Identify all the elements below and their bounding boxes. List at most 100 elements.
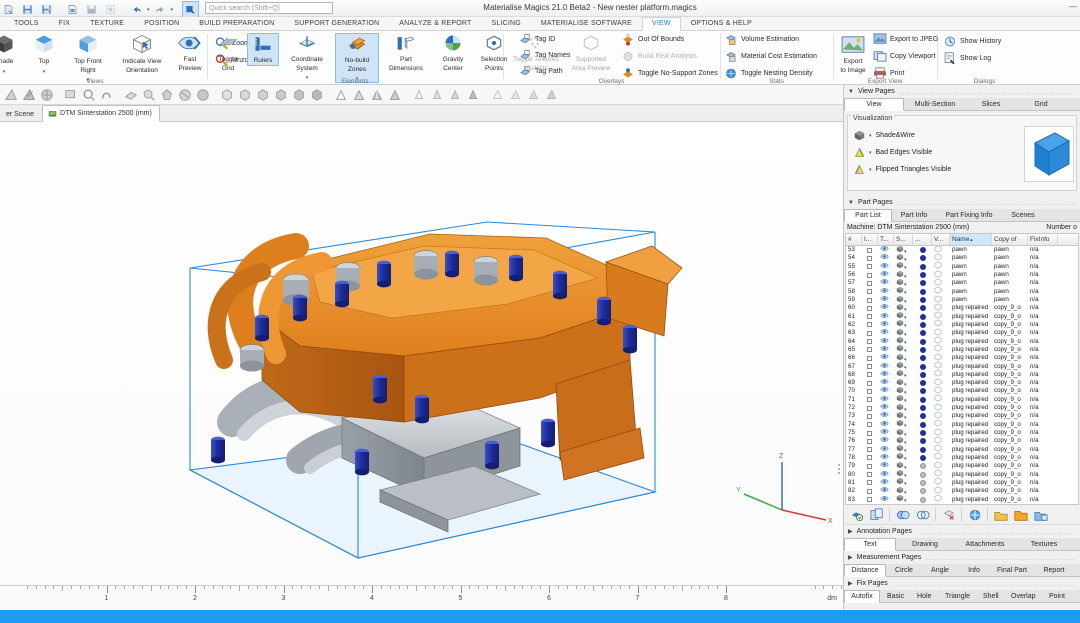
row-checkbox[interactable]: [867, 472, 872, 478]
redo-dropdown-icon[interactable]: ▾: [171, 7, 174, 13]
rulers-button[interactable]: Rulers: [247, 33, 279, 66]
section-slice-icon[interactable]: [524, 86, 541, 103]
cell-checkbox[interactable]: [862, 405, 878, 411]
cell-color[interactable]: [913, 463, 932, 470]
hexagon-status-icon[interactable]: [934, 486, 942, 494]
export-to-image-button[interactable]: Export to Image: [835, 35, 871, 74]
part-color-dot[interactable]: [920, 263, 926, 270]
tab-multi-section[interactable]: Multi-Section: [904, 98, 966, 110]
shade-mode-icon[interactable]: [896, 319, 904, 327]
cell-color[interactable]: [913, 396, 932, 403]
cell-checkbox[interactable]: [862, 497, 878, 503]
cell-checkbox[interactable]: [862, 397, 878, 403]
shade-wire-dropdown-icon[interactable]: ▾: [869, 133, 872, 139]
3d-viewport[interactable]: Z X Y: [0, 122, 843, 585]
select-surface-region-icon[interactable]: [140, 86, 157, 103]
no-build-zones-button[interactable]: No-build Zones ▾: [335, 33, 379, 83]
select-cluster-icon[interactable]: [158, 86, 175, 103]
hexagon-status-icon[interactable]: [934, 319, 942, 328]
tab-attachments[interactable]: Attachments: [954, 538, 1016, 550]
view-cube-preview[interactable]: [1024, 126, 1074, 182]
eye-icon[interactable]: [880, 403, 889, 410]
save-as-icon[interactable]: [38, 1, 55, 18]
hexagon-status-icon[interactable]: [934, 261, 942, 269]
delete-part-icon[interactable]: [940, 506, 957, 523]
eye-icon[interactable]: [880, 420, 889, 427]
hexagon-status-icon[interactable]: [934, 328, 942, 336]
cell-checkbox[interactable]: [862, 430, 878, 436]
cell-color[interactable]: [913, 438, 932, 445]
row-checkbox[interactable]: [867, 255, 872, 261]
part-color-dot[interactable]: [920, 363, 926, 370]
part-color-dot[interactable]: [920, 321, 926, 328]
tab-overlap[interactable]: Overlap: [1004, 590, 1042, 602]
row-checkbox[interactable]: [867, 330, 872, 336]
eye-icon[interactable]: [880, 312, 889, 319]
eye-icon[interactable]: [880, 378, 889, 385]
hexagon-status-icon[interactable]: [934, 494, 942, 502]
eye-icon[interactable]: [880, 436, 889, 443]
ribbon-tab-fix[interactable]: FIX: [49, 17, 81, 30]
ribbon-tab-build-preparation[interactable]: BUILD PREPARATION: [189, 17, 284, 30]
copy-viewport-button[interactable]: Copy Viewport: [873, 49, 935, 63]
cell-checkbox[interactable]: [862, 463, 878, 469]
cell-checkbox[interactable]: [862, 297, 878, 303]
shade-mode-icon[interactable]: [896, 246, 904, 253]
eye-icon[interactable]: [880, 246, 889, 252]
column-header-copy-of[interactable]: Copy of: [992, 234, 1028, 245]
tab-textures[interactable]: Textures: [1016, 538, 1072, 550]
cell-color[interactable]: [913, 346, 932, 353]
row-checkbox[interactable]: [867, 305, 872, 311]
collapse-triangle-icon[interactable]: ▼: [848, 200, 854, 206]
row-checkbox[interactable]: [867, 264, 872, 270]
cell-checkbox[interactable]: [862, 322, 878, 328]
top-front-right-button[interactable]: Top Front Right ▾: [62, 33, 114, 83]
hexagon-status-icon[interactable]: [934, 394, 942, 402]
eye-icon[interactable]: [880, 303, 889, 310]
row-checkbox[interactable]: [867, 297, 872, 303]
part-list-table[interactable]: # I... T... S... ... V... Name▲ Copy of …: [845, 233, 1079, 505]
tab-text[interactable]: Text: [844, 538, 896, 551]
ribbon-tab-tools[interactable]: TOOLS: [4, 17, 49, 30]
row-checkbox[interactable]: [867, 405, 872, 411]
cell-checkbox[interactable]: [862, 488, 878, 494]
select-shell-icon[interactable]: [176, 86, 193, 103]
new-project-icon[interactable]: [0, 1, 17, 18]
shade-mode-icon[interactable]: [896, 428, 904, 436]
shade-mode-icon[interactable]: [896, 353, 904, 361]
cell-checkbox[interactable]: [862, 480, 878, 486]
tab-angle[interactable]: Angle: [922, 564, 958, 576]
cell-color[interactable]: [913, 363, 932, 370]
shade-mode-icon[interactable]: [896, 444, 904, 452]
part-color-dot[interactable]: [920, 355, 926, 362]
shade-mode-icon[interactable]: [896, 403, 904, 411]
cell-color[interactable]: [913, 247, 932, 254]
hexagon-status-icon[interactable]: [934, 477, 942, 486]
show-history-button[interactable]: Show History: [943, 34, 1001, 48]
eye-icon[interactable]: [880, 470, 889, 477]
part-list-body[interactable]: 53 ▾ pawn pawn n/a 54 ▾ pawn pawn n/a 55…: [846, 246, 1078, 504]
expand-triangle-icon[interactable]: ▶: [848, 580, 853, 587]
cell-color[interactable]: [913, 471, 932, 478]
row-checkbox[interactable]: [867, 430, 872, 436]
out-of-bounds-button[interactable]: Out Of Bounds: [621, 32, 684, 46]
export-part-icon[interactable]: [1032, 506, 1049, 523]
triangle-shrink-icon[interactable]: [446, 86, 463, 103]
toggle-textures-visibility-button[interactable]: Toggle Textures Visibility: [507, 33, 565, 72]
part-color-dot[interactable]: [920, 446, 926, 453]
section-header-fix-pages[interactable]: ▶ Fix Pages: [844, 577, 1080, 590]
hexagon-status-icon[interactable]: [934, 344, 942, 353]
tab-info[interactable]: Info: [958, 564, 990, 576]
cell-color[interactable]: [913, 446, 932, 453]
part-color-dot[interactable]: [920, 496, 926, 503]
eye-icon[interactable]: [880, 461, 889, 468]
invert-marking-icon[interactable]: [368, 86, 385, 103]
shade-mode-icon[interactable]: [896, 378, 904, 386]
ribbon-tab-analyze-report[interactable]: ANALYZE & REPORT: [389, 17, 481, 30]
part-color-dot[interactable]: [920, 297, 926, 304]
select-all-shells-icon[interactable]: [194, 86, 211, 103]
cell-color[interactable]: [913, 496, 932, 503]
tab-scenes[interactable]: Scenes: [1002, 209, 1044, 221]
hexagon-status-icon[interactable]: [934, 303, 942, 311]
part-color-dot[interactable]: [920, 463, 926, 470]
